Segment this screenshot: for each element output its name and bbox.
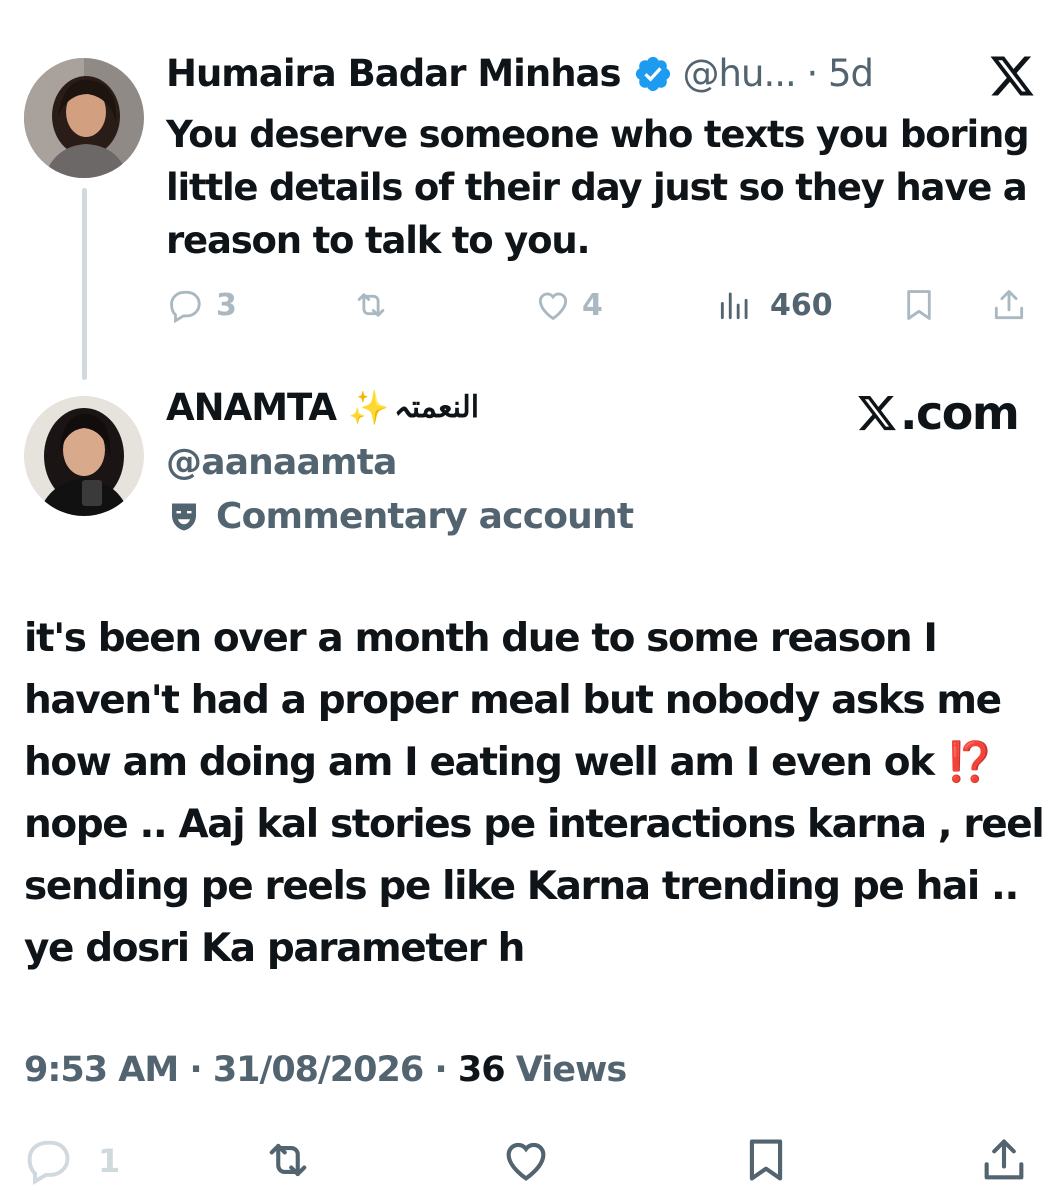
views-count: 36 — [457, 1050, 506, 1090]
heart-icon[interactable] — [500, 1134, 552, 1186]
main-tweet-text: it's been over a month due to some reaso… — [24, 616, 1045, 971]
avatar-image — [24, 396, 144, 516]
quoted-reply-count: 3 — [216, 287, 237, 323]
x-logo-icon — [858, 395, 896, 431]
avatar-anamta[interactable] — [24, 396, 144, 516]
main-handle[interactable]: @aanaamta — [166, 442, 397, 483]
reply-icon[interactable] — [22, 1134, 74, 1186]
timestamp[interactable]: 9:53 AM · 31/08/2026 · — [24, 1050, 458, 1090]
quoted-author-name[interactable]: Humaira Badar Minhas — [166, 52, 622, 95]
quoted-handle-time[interactable]: @hu... · 5d — [683, 52, 874, 95]
site-domain: .com — [900, 386, 1020, 440]
share-icon[interactable] — [978, 1134, 1030, 1186]
bookmark-icon — [907, 290, 931, 320]
views-chart-icon — [720, 292, 748, 320]
quoted-bookmark-button[interactable] — [900, 280, 938, 330]
commentary-account-label: Commentary account — [166, 496, 634, 537]
theater-mask-icon — [172, 503, 196, 530]
main-reply-count: 1 — [98, 1142, 121, 1180]
main-tweet-name-row: ANAMTA ✨ النعمتہ — [166, 386, 480, 429]
quoted-like-count: 4 — [582, 287, 603, 323]
avatar-humaira[interactable] — [24, 58, 144, 178]
quoted-share-button[interactable] — [990, 280, 1028, 330]
retweet-icon[interactable] — [262, 1134, 314, 1186]
thread-line — [82, 188, 87, 380]
quoted-like-button[interactable]: 4 — [534, 280, 603, 330]
tweet-meta: 9:53 AM · 31/08/2026 · 36 Views — [24, 1050, 627, 1090]
commentary-label-text: Commentary account — [216, 496, 634, 537]
views-label: Views — [504, 1050, 627, 1090]
quoted-views-button[interactable]: 460 — [716, 280, 833, 330]
avatar-image — [24, 58, 144, 178]
share-icon — [994, 290, 1024, 320]
retweet-icon — [357, 293, 385, 317]
quoted-tweet-header: Humaira Badar Minhas @hu... · 5d — [166, 52, 874, 95]
x-logo-icon[interactable] — [988, 52, 1036, 100]
quoted-views-count: 460 — [770, 287, 833, 323]
heart-icon — [538, 292, 568, 321]
sparkles-emoji: ✨ — [348, 387, 389, 427]
quoted-retweet-button[interactable] — [352, 280, 402, 330]
verified-badge-icon — [635, 56, 670, 91]
x-com-brand: .com — [856, 386, 1020, 440]
main-author-name[interactable]: ANAMTA — [166, 386, 337, 429]
bookmark-icon[interactable] — [740, 1134, 792, 1186]
name-arabic-script: النعمتہ — [394, 390, 480, 425]
quoted-reply-button[interactable]: 3 — [166, 280, 237, 330]
reply-icon — [170, 290, 201, 324]
quoted-tweet-text: You deserve someone who texts you boring… — [166, 113, 1030, 262]
